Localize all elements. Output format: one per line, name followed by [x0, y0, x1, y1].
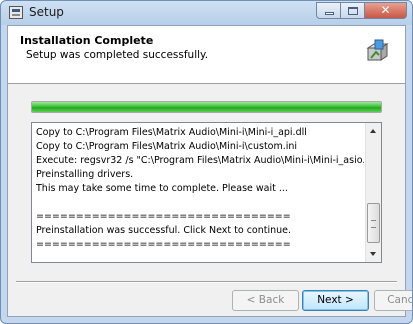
- install-progress-bar: [31, 101, 382, 113]
- page-title: Installation Complete: [20, 34, 154, 47]
- log-line: ================================: [36, 211, 291, 222]
- log-line: Preinstallation was successful. Click Ne…: [36, 225, 292, 236]
- cancel-button[interactable]: Cancel: [374, 290, 412, 311]
- maximize-icon: [348, 7, 358, 15]
- log-line: Copy to C:\Program Files\Matrix Audio\Mi…: [36, 127, 307, 138]
- maximize-button[interactable]: [341, 2, 365, 19]
- close-button[interactable]: ✕: [365, 2, 407, 19]
- log-line: ================================: [36, 239, 291, 250]
- scroll-down-arrow-icon[interactable]: [366, 246, 381, 262]
- minimize-icon: [325, 12, 334, 15]
- title-bar[interactable]: Setup ✕: [1, 1, 412, 25]
- log-line: Copy to C:\Program Files\Matrix Audio\Mi…: [36, 141, 298, 152]
- setup-app-icon: [9, 6, 23, 19]
- back-button[interactable]: < Back: [232, 290, 299, 311]
- log-scrollbar[interactable]: [365, 123, 381, 262]
- window-title: Setup: [29, 5, 64, 19]
- progress-fill: [32, 102, 381, 112]
- details-log[interactable]: Copy to C:\Program Files\Matrix Audio\Mi…: [31, 122, 382, 263]
- scroll-up-arrow-icon[interactable]: [366, 123, 381, 139]
- caption-buttons: ✕: [316, 2, 407, 19]
- setup-window: Setup ✕ Installation Complete Setup was …: [0, 0, 413, 324]
- wizard-header: Installation Complete Setup was complete…: [8, 26, 405, 84]
- button-separator: [16, 281, 397, 283]
- log-line: Execute: regsvr32 /s "C:\Program Files\M…: [36, 155, 364, 166]
- log-line: Preinstalling drivers.: [36, 169, 134, 180]
- log-line: This may take some time to complete. Ple…: [36, 183, 288, 194]
- log-lines: Copy to C:\Program Files\Matrix Audio\Mi…: [36, 126, 364, 260]
- page-subtitle: Setup was completed successfully.: [26, 49, 209, 61]
- installer-box-icon: [366, 39, 389, 61]
- scroll-thumb[interactable]: [367, 203, 380, 243]
- minimize-button[interactable]: [316, 2, 341, 19]
- close-icon: ✕: [380, 3, 391, 17]
- wizard-page: Installation Complete Setup was complete…: [7, 25, 412, 317]
- next-button[interactable]: Next >: [302, 290, 369, 311]
